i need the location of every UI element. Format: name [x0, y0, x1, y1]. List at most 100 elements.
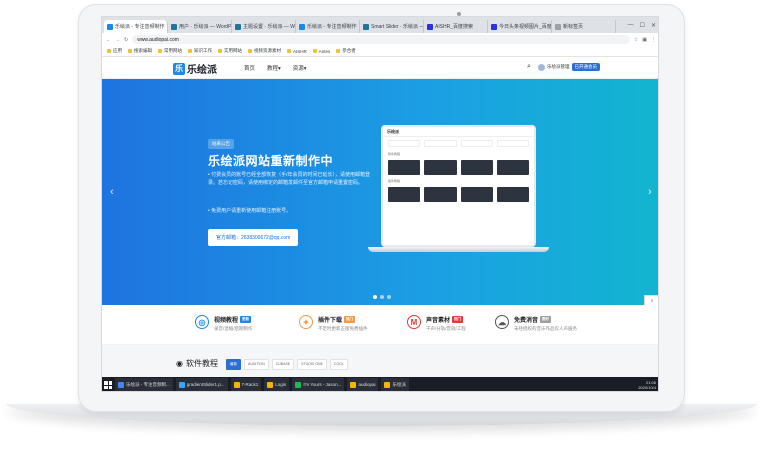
bookmark-item[interactable]: 常用网站 — [158, 48, 182, 54]
search-icon[interactable]: ⌕ — [527, 63, 531, 71]
browser-tab[interactable]: 用户 · 乐绘派 — WordPress — [168, 20, 232, 33]
folder-icon — [287, 49, 291, 53]
tab-favicon-icon — [235, 23, 241, 30]
filter-chip[interactable]: AUDITION — [244, 359, 269, 370]
taskbar-app-label: gradientSlider1.p... — [186, 382, 225, 387]
menu-icon[interactable]: ⋮ — [651, 37, 656, 43]
bookmark-item[interactable]: 参合者 — [336, 48, 356, 54]
filter-chip[interactable]: CUBASE — [271, 359, 295, 370]
system-clock[interactable]: 21:06 2020/10/4 — [638, 380, 658, 390]
feature-item[interactable]: ◎ 视频教程 更新 录音/混缩/后期制作 — [195, 315, 253, 332]
browser-tab[interactable]: 乐绘派 - 专注音频制作 — [104, 20, 168, 33]
tab-favicon-icon — [427, 23, 433, 30]
bookmark-item[interactable]: 知识工作 — [188, 48, 212, 54]
taskbar-app[interactable]: 乐绘派 - 专注音频制... — [115, 378, 173, 391]
feature-icon: ☁ — [495, 315, 509, 329]
main-nav: 首页 教程▾ 资源▾ — [244, 64, 307, 72]
folder-icon — [107, 49, 111, 53]
site-logo[interactable]: 乐 乐绘派 — [173, 61, 217, 76]
minimize-icon[interactable]: — — [628, 22, 634, 29]
feature-item[interactable]: ☁ 免费消音 限时 未经授权的音乐作品仅人声服务 — [495, 315, 577, 332]
bookmark-item[interactable]: 应用 — [107, 48, 122, 54]
browser-tab[interactable]: 主题设置 · 乐绘派 — Wo… — [232, 20, 296, 33]
browser-tab[interactable]: 乐绘派 - 专注音频制作 — [296, 20, 360, 33]
user-name: 乐绘派管理 — [547, 64, 570, 69]
folder-icon — [188, 49, 192, 53]
taskbar-app[interactable]: Login — [264, 378, 290, 391]
feature-item[interactable]: M 声音素材 热门 干声/分轨/音效/工程 — [407, 315, 466, 332]
browser-tab[interactable]: Smart Slider · 乐绘派 — W… — [360, 20, 424, 33]
bookmark-label: Antes — [318, 48, 331, 54]
filter-chip[interactable]: COOL — [329, 359, 348, 370]
window-controls: — ☐ ✕ — [628, 22, 658, 29]
bookmark-item[interactable]: Antes — [312, 48, 331, 54]
filter-chip[interactable]: 最新 — [226, 359, 241, 370]
bookmark-label: 知识工作 — [194, 48, 212, 53]
official-email-button[interactable]: 官方邮箱：2638300672@qq.com — [208, 229, 299, 246]
bookmark-label: 实用网站 — [224, 48, 242, 53]
tab-label: 乐绘派 - 专注音频制作 — [307, 24, 357, 30]
taskbar-app-label: I'm Yours - Jason... — [303, 382, 342, 387]
nav-tutorials[interactable]: 教程▾ — [267, 64, 281, 72]
taskbar-app-label: Login — [275, 382, 287, 387]
app-icon — [384, 381, 391, 388]
taskbar-app[interactable]: audiopai — [347, 378, 379, 391]
taskbar-app-label: 乐绘派 — [392, 381, 406, 387]
feature-item[interactable]: ✦ 插件下载 热门 不定时更新正版免费插件 — [299, 315, 368, 332]
maximize-icon[interactable]: ☐ — [640, 22, 645, 29]
star-icon[interactable]: ☆ — [634, 37, 638, 43]
mockup-feature-cards — [383, 137, 534, 150]
windows-taskbar: 乐绘派 - 专注音频制... gradientSlider1.p... 7-Rack… — [102, 377, 658, 391]
mockup-thumbs-1 — [383, 158, 534, 177]
browser-tab[interactable]: 新标签页 — [552, 20, 616, 33]
close-icon[interactable]: ✕ — [651, 22, 656, 29]
bookmark-label: 参合者 — [342, 48, 356, 53]
feature-title: 插件下载 热门 — [318, 315, 368, 324]
eye-icon: ◉ — [176, 359, 183, 368]
feature-title: 声音素材 热门 — [426, 315, 466, 324]
tab-favicon-icon — [491, 23, 497, 30]
bookmark-item[interactable]: AISHR — [287, 49, 307, 54]
clock-date: 2020/10/4 — [638, 385, 656, 390]
slider-next-icon[interactable]: › — [648, 186, 652, 198]
taskbar-app[interactable]: I'm Yours - Jason... — [292, 378, 345, 391]
mockup-header: 乐绘派 — [383, 127, 534, 137]
app-icon — [178, 381, 185, 388]
nav-home[interactable]: 首页 — [244, 64, 255, 72]
feature-icon: M — [407, 315, 421, 329]
windows-start-icon[interactable] — [104, 381, 112, 389]
reload-icon[interactable]: ↻ — [124, 37, 128, 43]
slider-dot[interactable] — [387, 295, 391, 299]
folder-icon — [312, 49, 317, 53]
mockup-laptop-base — [368, 247, 549, 252]
back-icon[interactable]: ← — [106, 37, 111, 43]
taskbar-app[interactable]: 7-Rack1 — [230, 378, 262, 391]
taskbar-app-label: 7-Rack1 — [241, 382, 259, 387]
slider-prev-icon[interactable]: ‹ — [110, 186, 114, 198]
bookmark-label: 常用网站 — [164, 48, 182, 53]
feature-title: 免费消音 限时 — [514, 315, 577, 324]
taskbar-app[interactable]: gradientSlider1.p... — [175, 378, 228, 391]
browser-tab[interactable]: AISHR_百度搜索 — [424, 20, 488, 33]
user-menu[interactable]: 乐绘派管理 已开通会员 — [538, 63, 600, 71]
bookmark-item[interactable]: 实用网站 — [218, 48, 242, 54]
feature-tag: 更新 — [240, 316, 252, 323]
extension-icon[interactable]: ▣ — [642, 37, 647, 43]
feature-text: 声音素材 热门 干声/分轨/音效/工程 — [426, 315, 466, 332]
bookmark-item[interactable]: 视频资源素材 — [248, 48, 281, 54]
nav-resources[interactable]: 资源▾ — [293, 64, 307, 72]
slider-dot[interactable] — [373, 295, 377, 299]
taskbar-app[interactable]: 乐绘派 — [381, 378, 409, 391]
url-field[interactable]: www.audiopai.com — [132, 35, 630, 44]
bookmark-item[interactable]: 搜索编辑 — [128, 48, 152, 54]
filter-chip[interactable]: STUDIO ONE — [297, 359, 327, 370]
browser-tab[interactable]: 今日头条视频图片_百度搜… — [488, 20, 552, 33]
forward-icon[interactable]: → — [115, 37, 120, 43]
taskbar-app-label: audiopai — [358, 382, 376, 387]
feature-title-text: 视频教程 — [214, 318, 239, 324]
tab-favicon-icon — [363, 23, 369, 30]
tab-favicon-icon — [555, 23, 561, 30]
slider-dots — [373, 295, 391, 299]
feature-title-text: 插件下载 — [318, 318, 343, 324]
slider-dot[interactable] — [380, 295, 384, 299]
